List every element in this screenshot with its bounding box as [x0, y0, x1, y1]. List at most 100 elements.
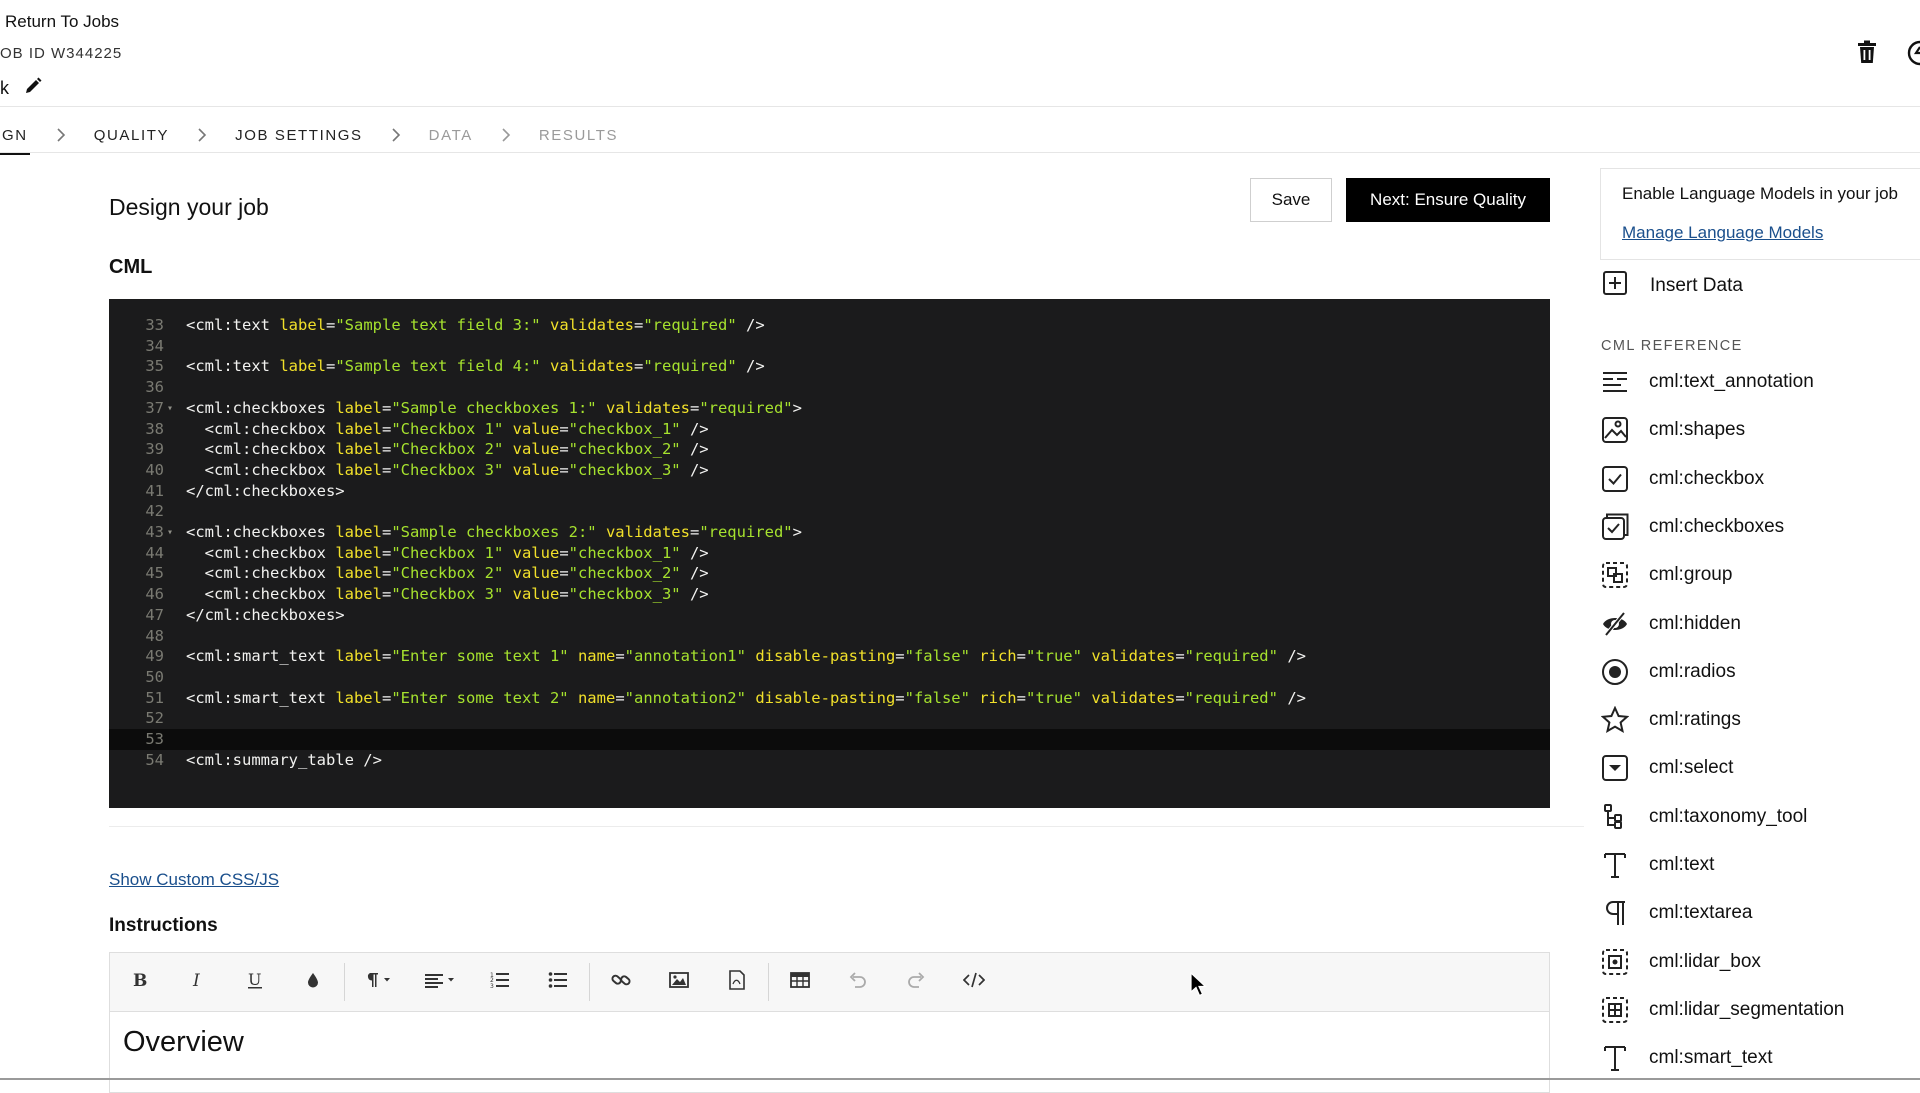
- cml-reference-label: cml:select: [1649, 757, 1734, 779]
- fold-arrow-icon[interactable]: ▾: [167, 522, 173, 543]
- code-line[interactable]: 40 <cml:checkbox label="Checkbox 3" valu…: [109, 460, 1550, 481]
- bold-button[interactable]: B: [110, 953, 168, 1011]
- code-line[interactable]: 49 <cml:smart_text label="Enter some text…: [109, 646, 1550, 667]
- cml-reference-item[interactable]: cml:smart_text: [1601, 1038, 1773, 1078]
- code-line[interactable]: 34: [109, 336, 1550, 357]
- code-line[interactable]: 44 <cml:checkbox label="Checkbox 1" valu…: [109, 543, 1550, 564]
- cml-reference-item[interactable]: cml:lidar_box: [1601, 942, 1761, 982]
- code-line[interactable]: 39 <cml:checkbox label="Checkbox 2" valu…: [109, 439, 1550, 460]
- code-line[interactable]: 45 <cml:checkbox label="Checkbox 2" valu…: [109, 563, 1550, 584]
- code-line[interactable]: 47 </cml:checkboxes>: [109, 605, 1550, 626]
- svg-text:I: I: [192, 971, 200, 989]
- code-line[interactable]: 43 ▾ <cml:checkboxes label="Sample checkbo…: [109, 522, 1550, 543]
- code-line[interactable]: 52: [109, 708, 1550, 729]
- undo-button[interactable]: [829, 953, 887, 1011]
- redo-button[interactable]: [887, 953, 945, 1011]
- step-quality[interactable]: QUALITY: [92, 127, 171, 144]
- insert-data-button[interactable]: Insert Data: [1602, 270, 1743, 301]
- star-icon: [1601, 706, 1629, 734]
- table-button[interactable]: [771, 953, 829, 1011]
- partial-clock-icon[interactable]: [1906, 40, 1920, 71]
- code-line[interactable]: 36: [109, 377, 1550, 398]
- cml-reference-item[interactable]: cml:radios: [1601, 652, 1736, 692]
- code-line[interactable]: 48: [109, 626, 1550, 647]
- show-custom-css-js-link[interactable]: Show Custom CSS/JS: [109, 870, 279, 890]
- line-number: 48: [145, 626, 164, 645]
- line-number: 35: [145, 357, 164, 376]
- fold-arrow-icon[interactable]: ▾: [167, 398, 173, 419]
- code-text: <cml:smart_text label="Enter some text 2…: [186, 688, 1306, 707]
- cml-reference-label: cml:text: [1649, 854, 1715, 875]
- code-text: <cml:checkbox label="Checkbox 2" value="…: [186, 564, 709, 583]
- line-number: 42: [145, 502, 164, 521]
- breadcrumb-divider: [0, 152, 1920, 153]
- checkboxes-icon: [1601, 513, 1629, 541]
- line-number: 45: [145, 564, 164, 583]
- unordered-list-button[interactable]: [529, 953, 587, 1011]
- cml-reference-item[interactable]: cml:taxonomy_tool: [1601, 797, 1807, 837]
- cml-reference-item[interactable]: cml:shapes: [1601, 410, 1745, 450]
- code-line[interactable]: 38 <cml:checkbox label="Checkbox 1" valu…: [109, 419, 1550, 440]
- line-number: 46: [145, 585, 164, 604]
- code-text: <cml:smart_text label="Enter some text 1…: [186, 647, 1306, 666]
- line-number: 40: [145, 460, 164, 479]
- text-color-button[interactable]: [284, 953, 342, 1011]
- code-line[interactable]: 33 <cml:text label="Sample text field 3:"…: [109, 315, 1550, 336]
- code-text: <cml:checkbox label="Checkbox 2" value="…: [186, 440, 709, 459]
- cml-reference-item[interactable]: cml:group: [1601, 555, 1732, 595]
- step-design[interactable]: GN: [0, 127, 30, 155]
- code-line[interactable]: 53: [109, 729, 1550, 750]
- lidar-box-icon: [1601, 948, 1629, 976]
- return-to-jobs-link[interactable]: Return To Jobs: [5, 12, 119, 32]
- code-text: <cml:checkbox label="Checkbox 1" value="…: [186, 543, 709, 562]
- rich-text-toolbar: B I U 123: [109, 952, 1550, 1011]
- code-line[interactable]: 35 <cml:text label="Sample text field 4:"…: [109, 356, 1550, 377]
- line-number: 37: [145, 398, 164, 417]
- cml-reference-item[interactable]: cml:select: [1601, 748, 1733, 788]
- code-line[interactable]: 50: [109, 667, 1550, 688]
- cml-reference-item[interactable]: cml:lidar_segmentation: [1601, 990, 1844, 1030]
- cml-reference-item[interactable]: cml:checkbox: [1601, 459, 1764, 499]
- code-line[interactable]: 46 <cml:checkbox label="Checkbox 3" valu…: [109, 584, 1550, 605]
- next-ensure-quality-button[interactable]: Next: Ensure Quality: [1346, 178, 1550, 222]
- code-line[interactable]: 51 <cml:smart_text label="Enter some text…: [109, 688, 1550, 709]
- code-line[interactable]: 37 ▾ <cml:checkboxes label="Sample checkbo…: [109, 398, 1550, 419]
- workflow-breadcrumb: GN QUALITY JOB SETTINGS DATA RESULTS: [0, 117, 620, 155]
- svg-text:U: U: [248, 971, 261, 989]
- text-annotation-icon: [1601, 368, 1629, 396]
- manage-language-models-link[interactable]: Manage Language Models: [1622, 223, 1823, 243]
- underline-button[interactable]: U: [226, 953, 284, 1011]
- toolbar-separator: [344, 963, 345, 1001]
- ordered-list-button[interactable]: 123: [471, 953, 529, 1011]
- align-button[interactable]: [409, 953, 471, 1011]
- cml-reference-item[interactable]: cml:ratings: [1601, 700, 1741, 740]
- code-line[interactable]: 54 <cml:summary_table />: [109, 750, 1550, 771]
- code-text: <cml:summary_table />: [186, 750, 382, 769]
- code-line[interactable]: 42: [109, 501, 1550, 522]
- delete-trash-icon[interactable]: [1856, 40, 1878, 69]
- edit-pencil-icon[interactable]: [23, 76, 43, 101]
- step-job-settings[interactable]: JOB SETTINGS: [233, 127, 365, 144]
- instructions-rich-editor[interactable]: Overview: [109, 1011, 1550, 1093]
- code-view-button[interactable]: [945, 953, 1003, 1011]
- cml-reference-label: cml:smart_text: [1649, 1047, 1773, 1069]
- header-divider: [0, 106, 1920, 107]
- link-button[interactable]: [592, 953, 650, 1011]
- cml-reference-item[interactable]: cml:text_annotation: [1601, 362, 1814, 402]
- line-number: 49: [145, 647, 164, 666]
- code-text: </cml:checkboxes>: [186, 481, 345, 500]
- image-button[interactable]: [650, 953, 708, 1011]
- chevron-right-icon: [56, 128, 66, 142]
- cml-code-editor[interactable]: 33 <cml:text label="Sample text field 3:"…: [109, 299, 1550, 808]
- save-button[interactable]: Save: [1250, 178, 1332, 222]
- cml-reference-item[interactable]: cml:textarea: [1601, 893, 1752, 933]
- italic-button[interactable]: I: [168, 953, 226, 1011]
- paragraph-format-button[interactable]: [347, 953, 409, 1011]
- cml-reference-item[interactable]: cml:checkboxes: [1601, 507, 1784, 547]
- cml-reference-item[interactable]: cml:hidden: [1601, 604, 1741, 644]
- cml-reference-item[interactable]: cml:text: [1601, 845, 1714, 885]
- hidden-eye-icon: [1601, 610, 1629, 638]
- chevron-right-icon: [501, 128, 511, 142]
- code-line[interactable]: 41 </cml:checkboxes>: [109, 481, 1550, 502]
- pdf-button[interactable]: [708, 953, 766, 1011]
